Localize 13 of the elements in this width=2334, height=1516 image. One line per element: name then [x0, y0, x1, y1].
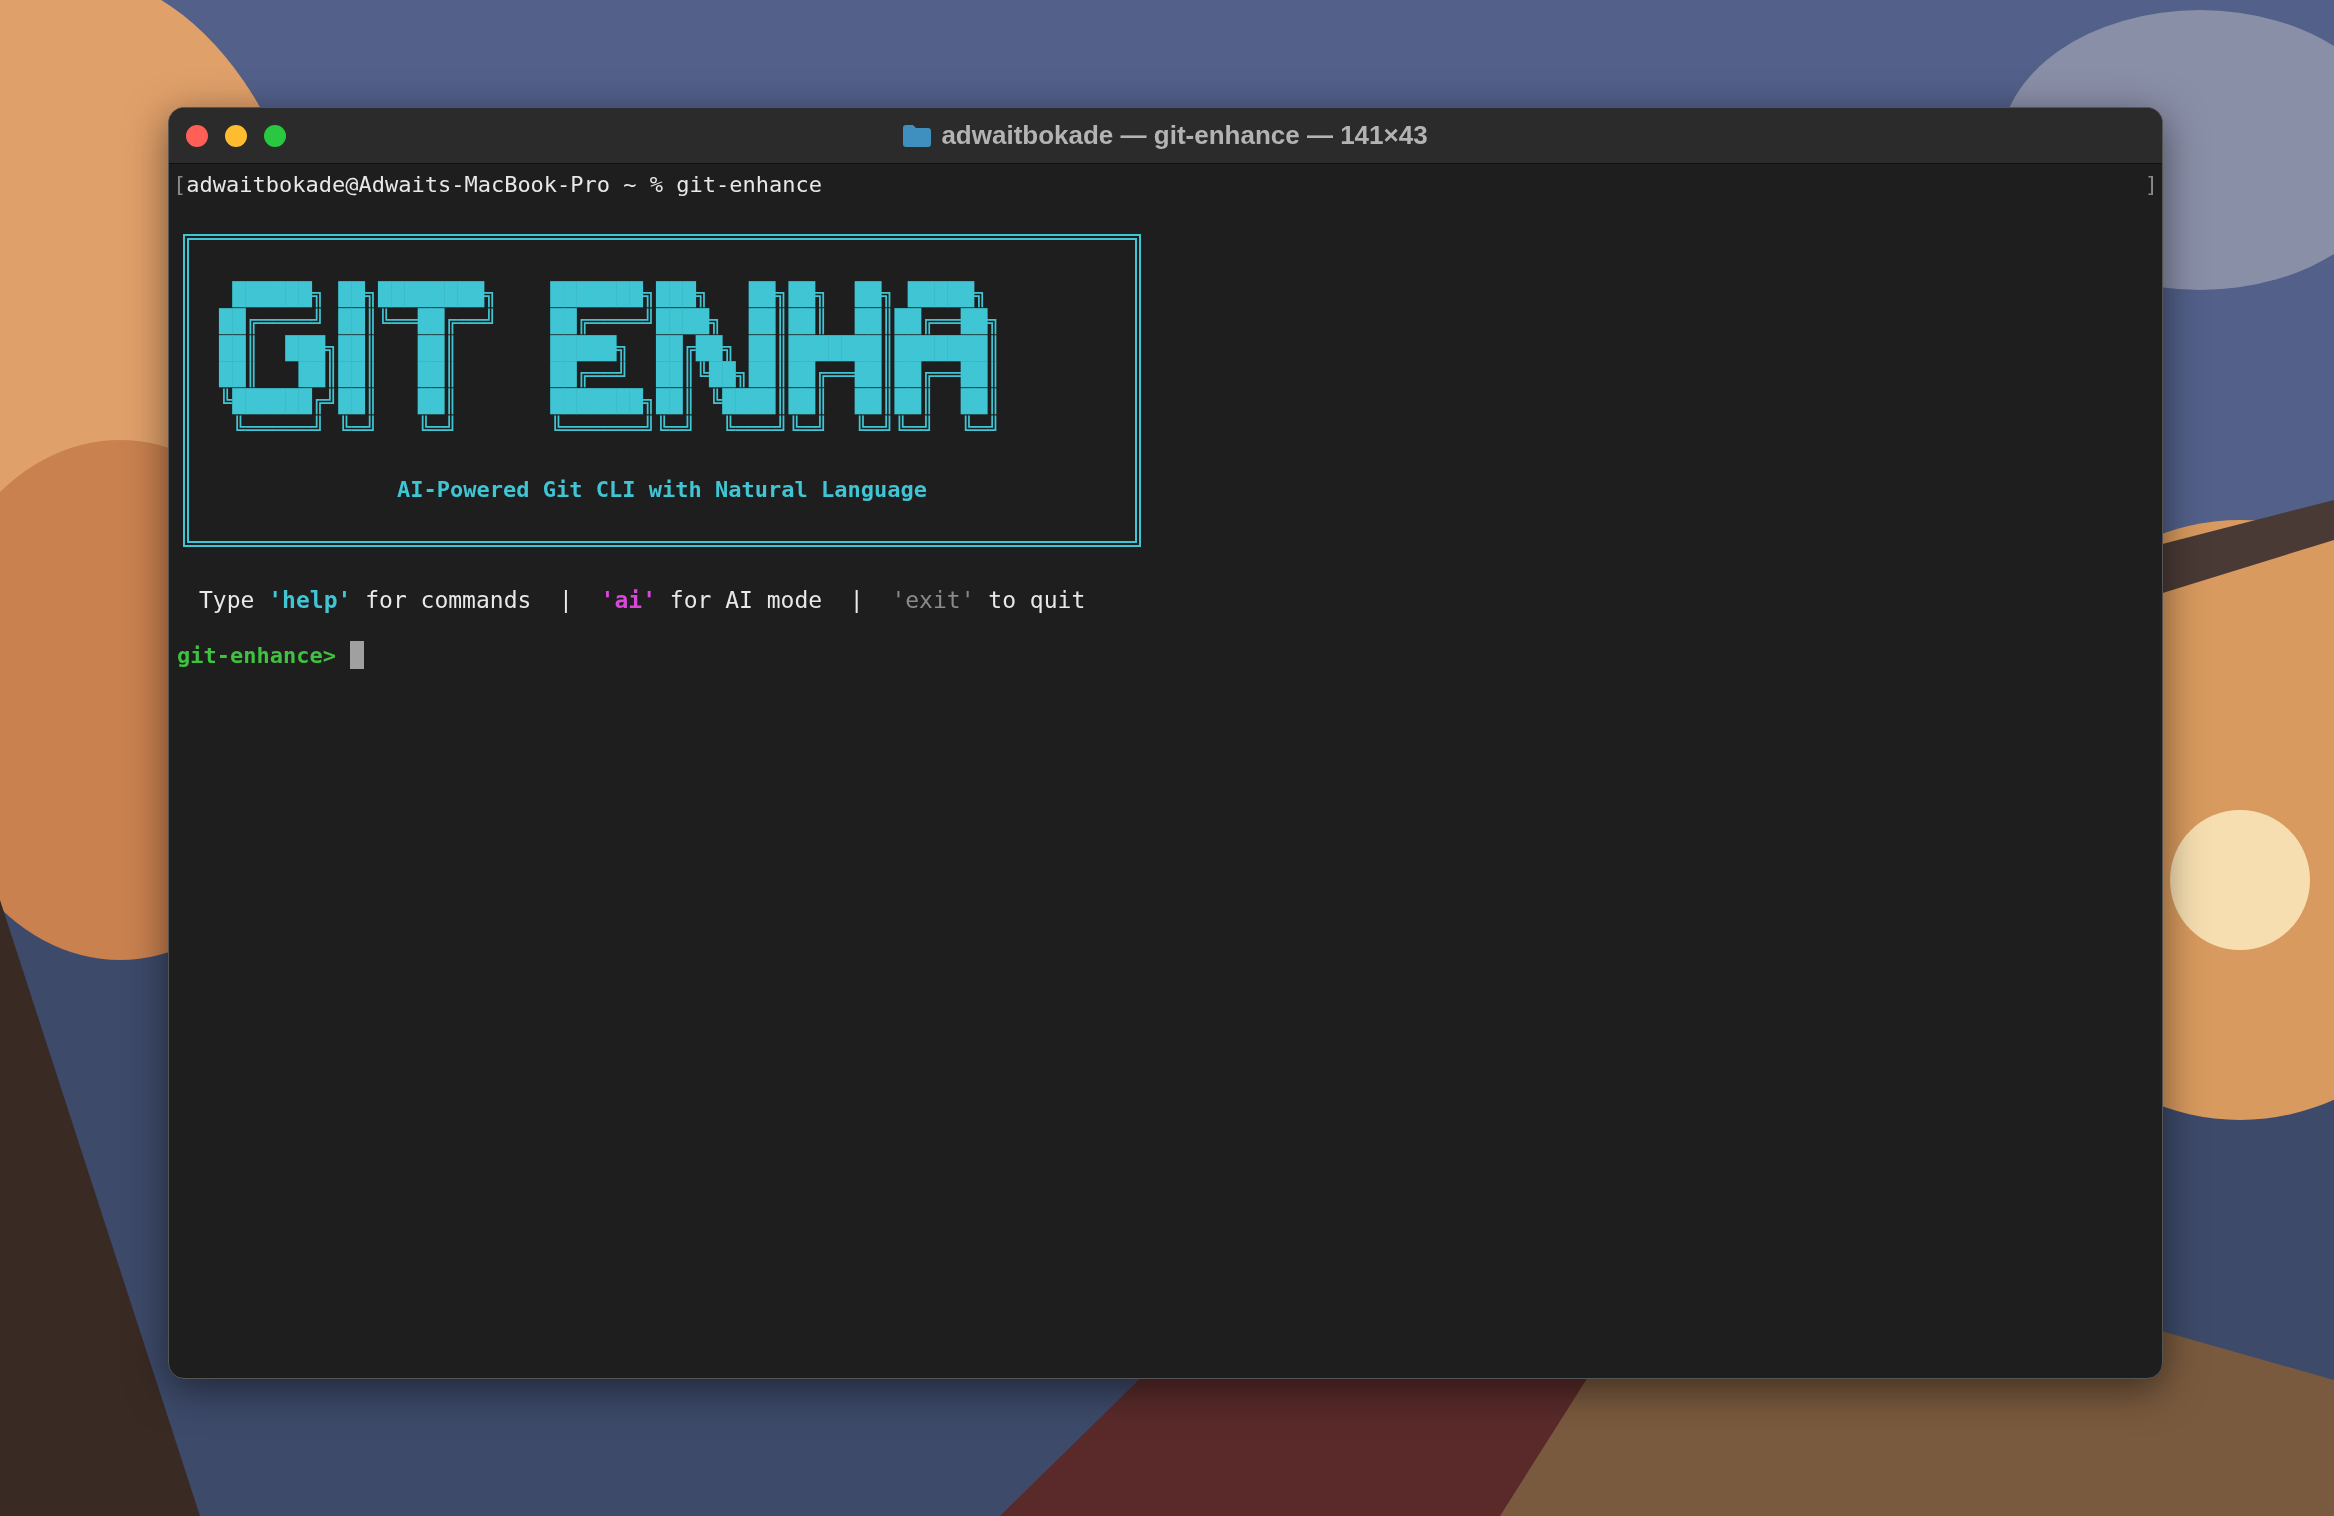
ascii-art-logo: ██████╗ ██╗████████╗ ███████╗███╗ ██╗██╗ ██╗ █████╗ ██╔════╝ ██║╚══██╔══╝ ██╔════╝████╗ ██║██║ ██║██╔══██╗ ██║ ███╗██║ ██║ █████╗ ██╔██╗ ██║███████║███████║ ██║ ██║██║ ██║ ██╔══╝ ██║╚██╗██║██╔══██║██╔══██║ ╚██████╔╝██║ ██║ ███████╗██║ ╚████║██║ ██║██║ ██║ ╚═════╝ ╚═╝ ╚═╝ ╚══════╝╚═╝ ╚═══╝╚═╝ ╚═╝╚═╝ ╚═╝ — [219, 282, 1001, 443]
command-text: adwaitbokade@Adwaits-MacBook-Pro ~ % git-enhance — [186, 171, 822, 199]
close-icon[interactable] — [186, 124, 208, 147]
line-mark: ] — [2144, 171, 2158, 199]
banner-subtitle: AI-Powered Git CLI with Natural Language — [396, 476, 928, 502]
window-title: adwaitbokade — git-enhance — 141×43 — [941, 120, 1428, 151]
help-hint: Type 'help' for commands | 'ai' for AI mode | 'exit' to quit — [199, 586, 1087, 615]
shell-prompt: git-enhance> — [177, 642, 336, 668]
text-cursor — [349, 641, 364, 669]
maximize-icon[interactable] — [264, 124, 286, 147]
minimize-icon[interactable] — [225, 124, 247, 147]
folder-icon — [903, 124, 932, 147]
line-mark: [ — [173, 171, 187, 199]
